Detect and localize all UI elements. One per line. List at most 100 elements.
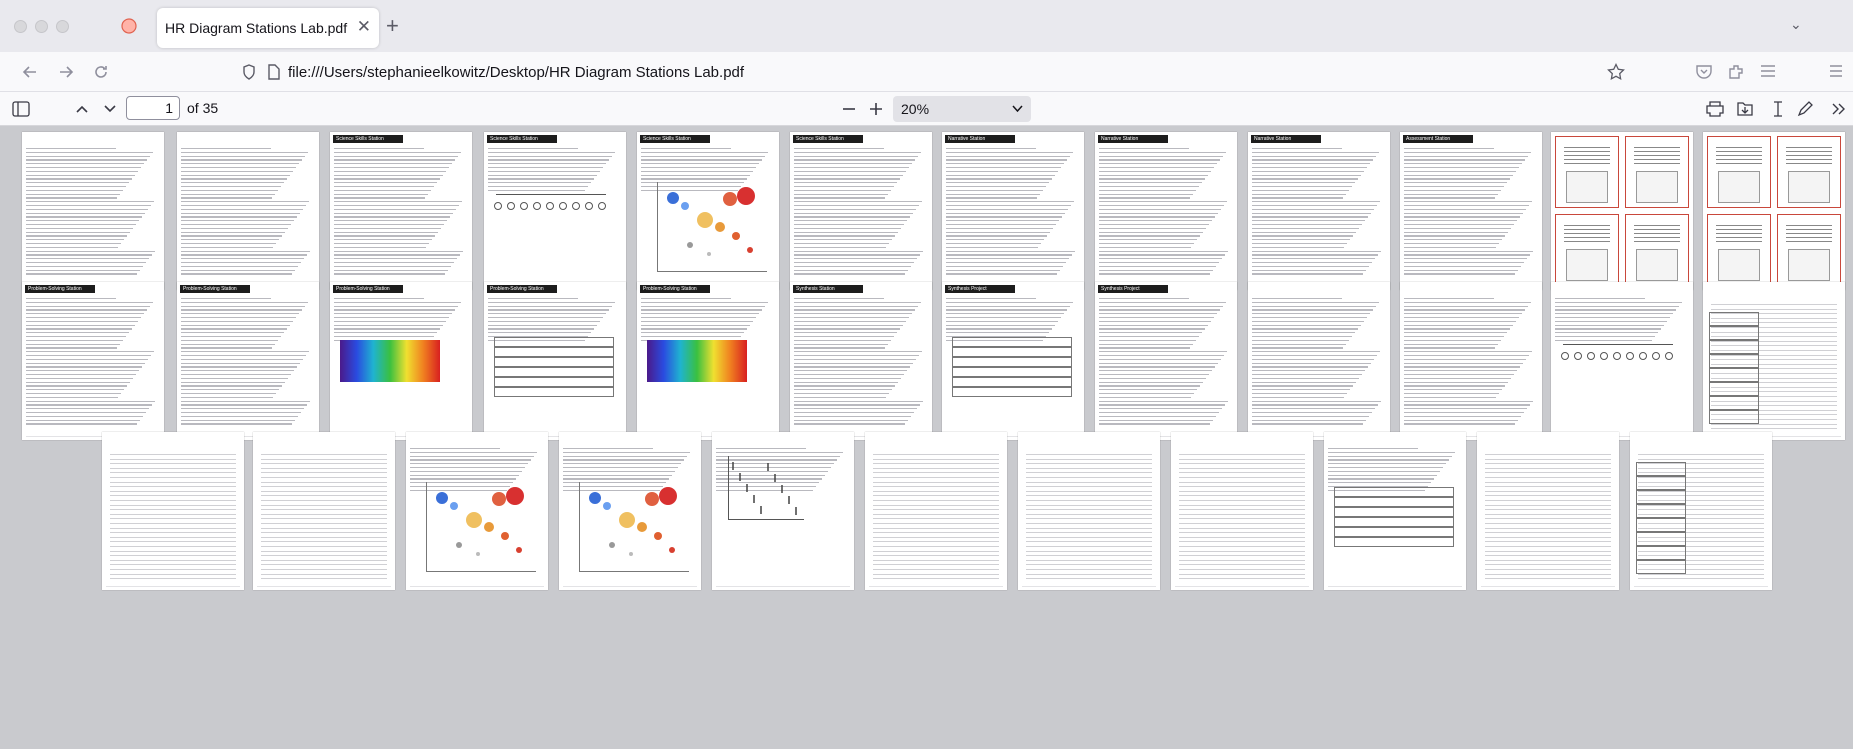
ruled-line <box>873 559 999 561</box>
text-line <box>1099 370 1212 372</box>
text-line <box>1555 332 1658 334</box>
text-tool-icon[interactable] <box>1772 101 1784 117</box>
overflow-icon[interactable] <box>1829 64 1843 78</box>
pdf-page-thumbnail[interactable]: Problem-Solving Station <box>22 282 164 440</box>
firefox-view-icon[interactable] <box>120 17 138 35</box>
zoom-window-button[interactable] <box>56 20 69 33</box>
pdf-viewer[interactable]: Science Skills Station Science Skills Sta… <box>0 126 1853 749</box>
pdf-page-thumbnail[interactable]: Science Skills Station <box>637 132 779 290</box>
sidebar-toggle-icon[interactable] <box>12 101 30 117</box>
pdf-page-thumbnail[interactable] <box>1477 432 1619 590</box>
text-line <box>1099 216 1215 218</box>
next-page-icon[interactable] <box>103 102 117 116</box>
text-line <box>334 193 428 195</box>
scale-circle <box>533 202 541 210</box>
pdf-page-thumbnail[interactable] <box>1400 282 1542 440</box>
text-line <box>181 231 285 233</box>
card-text-line <box>1634 163 1680 165</box>
ruled-line <box>1485 481 1611 483</box>
pdf-page-thumbnail[interactable] <box>1171 432 1313 590</box>
pdf-page-thumbnail[interactable] <box>559 432 701 590</box>
pocket-icon[interactable] <box>1695 64 1713 80</box>
pdf-page-thumbnail[interactable]: Science Skills Station <box>330 132 472 290</box>
pdf-page-thumbnail[interactable] <box>712 432 854 590</box>
menu-icon[interactable] <box>1760 64 1776 78</box>
forward-icon[interactable] <box>58 64 74 80</box>
pdf-page-thumbnail[interactable]: Narrative Station <box>1095 132 1237 290</box>
text-line <box>334 273 445 275</box>
zoom-in-icon[interactable] <box>869 102 883 116</box>
draw-tool-icon[interactable] <box>1797 101 1813 117</box>
pdf-page-thumbnail[interactable] <box>1018 432 1160 590</box>
pdf-page-thumbnail[interactable] <box>22 132 164 290</box>
text-line <box>26 305 150 307</box>
zoom-out-icon[interactable] <box>842 102 856 116</box>
pdf-page-thumbnail[interactable]: Science Skills Station <box>484 132 626 290</box>
text-line <box>1252 301 1379 303</box>
text-line <box>1099 148 1189 150</box>
pdf-page-thumbnail[interactable] <box>1703 282 1845 440</box>
pdf-page-thumbnail[interactable] <box>1630 432 1772 590</box>
reload-icon[interactable] <box>93 64 109 80</box>
text-line <box>26 328 132 330</box>
pdf-page-thumbnail[interactable] <box>1703 132 1845 290</box>
text-line <box>334 258 457 260</box>
card-text-line <box>1564 237 1610 239</box>
pdf-page-thumbnail[interactable]: Synthesis Station <box>790 282 932 440</box>
card-text-line <box>1564 159 1610 161</box>
pdf-page-thumbnail[interactable]: Assessment Station <box>1400 132 1542 290</box>
scale-circle <box>494 202 502 210</box>
pdf-page-thumbnail[interactable]: Problem-Solving Station <box>637 282 779 440</box>
print-icon[interactable] <box>1706 101 1724 117</box>
minimize-window-button[interactable] <box>35 20 48 33</box>
pdf-page-thumbnail[interactable] <box>865 432 1007 590</box>
scale-circle <box>1652 352 1660 360</box>
pdf-page-thumbnail[interactable]: Narrative Station <box>942 132 1084 290</box>
text-line <box>794 227 901 229</box>
text-line <box>181 170 293 172</box>
text-line <box>1404 273 1515 275</box>
back-icon[interactable] <box>22 64 38 80</box>
list-all-tabs-button[interactable]: ⌄ <box>1790 16 1802 33</box>
text-line <box>1404 246 1496 248</box>
tab-close-button[interactable]: ✕ <box>357 17 371 37</box>
table-row <box>494 377 614 387</box>
page-station-title: Assessment Station <box>1403 135 1473 143</box>
hr-axes <box>579 482 689 572</box>
text-line <box>794 174 903 176</box>
pdf-page-thumbnail[interactable]: Problem-Solving Station <box>484 282 626 440</box>
close-window-button[interactable] <box>14 20 27 33</box>
pdf-page-thumbnail[interactable]: Narrative Station <box>1248 132 1390 290</box>
pdf-page-thumbnail[interactable] <box>177 132 319 290</box>
pdf-page-thumbnail[interactable] <box>1551 282 1693 440</box>
shield-icon[interactable] <box>242 64 256 80</box>
pdf-page-thumbnail[interactable]: Synthesis Project <box>942 282 1084 440</box>
extensions-icon[interactable] <box>1727 63 1745 81</box>
table-row <box>1334 497 1454 507</box>
page-number-input[interactable] <box>126 96 180 120</box>
pdf-page-thumbnail[interactable] <box>406 432 548 590</box>
bookmark-star-icon[interactable] <box>1607 63 1625 81</box>
text-line <box>334 320 446 322</box>
text-line <box>794 324 903 326</box>
pdf-page-thumbnail[interactable] <box>102 432 244 590</box>
pdf-page-thumbnail[interactable]: Science Skills Station <box>790 132 932 290</box>
pdf-page-thumbnail[interactable]: Problem-Solving Station <box>177 282 319 440</box>
text-line <box>1328 470 1440 472</box>
save-icon[interactable] <box>1736 101 1754 117</box>
pdf-page-thumbnail[interactable]: Problem-Solving Station <box>330 282 472 440</box>
pdf-page-thumbnail[interactable] <box>1324 432 1466 590</box>
previous-page-icon[interactable] <box>75 102 89 116</box>
url-bar[interactable]: file:///Users/stephanieelkowitz/Desktop/… <box>230 56 1630 88</box>
more-tools-icon[interactable] <box>1832 102 1846 116</box>
card-text-line <box>1564 155 1610 157</box>
zoom-select[interactable]: 20% <box>893 96 1031 122</box>
pdf-page-thumbnail[interactable] <box>1248 282 1390 440</box>
pdf-page-thumbnail[interactable] <box>1551 132 1693 290</box>
ruled-line <box>1179 527 1305 529</box>
pdf-page-thumbnail[interactable] <box>253 432 395 590</box>
new-tab-button[interactable]: + <box>386 13 399 39</box>
tab-hr-diagram[interactable]: HR Diagram Stations Lab.pdf ✕ <box>157 8 379 48</box>
pdf-page-thumbnail[interactable]: Synthesis Project <box>1095 282 1237 440</box>
url-text[interactable]: file:///Users/stephanieelkowitz/Desktop/… <box>288 64 744 81</box>
